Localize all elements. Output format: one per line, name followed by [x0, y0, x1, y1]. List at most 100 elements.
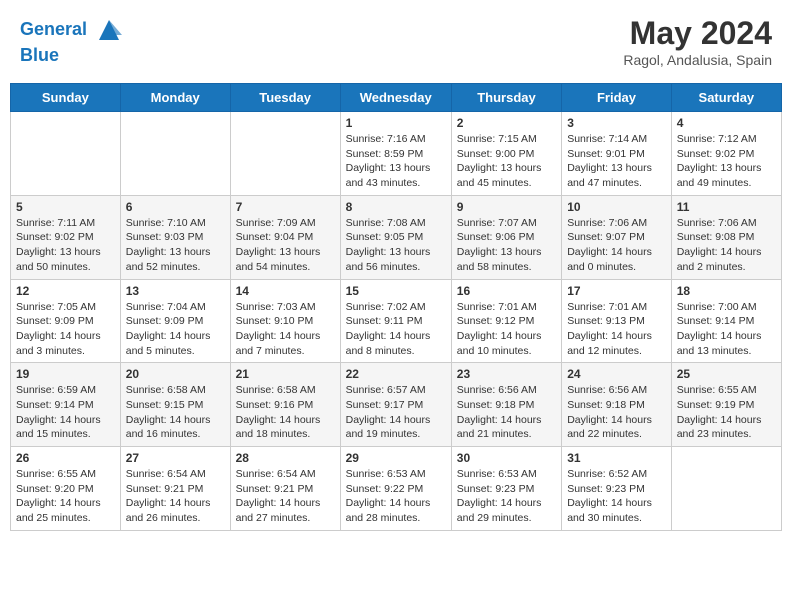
- day-info: Sunrise: 6:54 AM Sunset: 9:21 PM Dayligh…: [236, 467, 335, 526]
- calendar-cell: [120, 112, 230, 196]
- month-title: May 2024: [623, 15, 772, 52]
- weekday-header-row: SundayMondayTuesdayWednesdayThursdayFrid…: [11, 84, 782, 112]
- day-number: 13: [126, 284, 225, 298]
- page-header: General Blue May 2024 Ragol, Andalusia, …: [10, 10, 782, 73]
- calendar-cell: 12Sunrise: 7:05 AM Sunset: 9:09 PM Dayli…: [11, 279, 121, 363]
- day-number: 23: [457, 367, 556, 381]
- day-info: Sunrise: 7:14 AM Sunset: 9:01 PM Dayligh…: [567, 132, 666, 191]
- weekday-header-tuesday: Tuesday: [230, 84, 340, 112]
- title-block: May 2024 Ragol, Andalusia, Spain: [623, 15, 772, 68]
- day-number: 28: [236, 451, 335, 465]
- day-info: Sunrise: 7:07 AM Sunset: 9:06 PM Dayligh…: [457, 216, 556, 275]
- calendar-cell: 23 Sunrise: 6:56 AM Sunset: 9:18 PM Dayli…: [451, 363, 561, 447]
- calendar-cell: [230, 112, 340, 196]
- calendar-cell: 27 Sunrise: 6:54 AM Sunset: 9:21 PM Dayli…: [120, 447, 230, 531]
- calendar-week-row: 5 Sunrise: 7:11 AM Sunset: 9:02 PM Daylig…: [11, 195, 782, 279]
- day-number: 6: [126, 200, 225, 214]
- day-info: Sunrise: 6:55 AM Sunset: 9:19 PM Dayligh…: [677, 383, 776, 442]
- weekday-header-wednesday: Wednesday: [340, 84, 451, 112]
- calendar-cell: 17 Sunrise: 7:01 AM Sunset: 9:13 PM Dayli…: [562, 279, 672, 363]
- logo-blue: Blue: [20, 45, 124, 67]
- location-title: Ragol, Andalusia, Spain: [623, 52, 772, 68]
- day-number: 25: [677, 367, 776, 381]
- weekday-header-saturday: Saturday: [671, 84, 781, 112]
- calendar-table: SundayMondayTuesdayWednesdayThursdayFrid…: [10, 83, 782, 531]
- day-number: 12: [16, 284, 115, 298]
- day-info: Sunrise: 6:53 AM Sunset: 9:23 PM Dayligh…: [457, 467, 556, 526]
- day-number: 21: [236, 367, 335, 381]
- day-number: 1: [346, 116, 446, 130]
- calendar-cell: 13 Sunrise: 7:04 AM Sunset: 9:09 PM Dayli…: [120, 279, 230, 363]
- calendar-cell: 1 Sunrise: 7:16 AM Sunset: 8:59 PM Daylig…: [340, 112, 451, 196]
- calendar-cell: 4 Sunrise: 7:12 AM Sunset: 9:02 PM Daylig…: [671, 112, 781, 196]
- day-number: 29: [346, 451, 446, 465]
- day-info: Sunrise: 7:06 AM Sunset: 9:08 PM Dayligh…: [677, 216, 776, 275]
- day-info: Sunrise: 7:03 AM Sunset: 9:10 PM Dayligh…: [236, 300, 335, 359]
- day-number: 7: [236, 200, 335, 214]
- calendar-week-row: 1 Sunrise: 7:16 AM Sunset: 8:59 PM Daylig…: [11, 112, 782, 196]
- calendar-cell: 22 Sunrise: 6:57 AM Sunset: 9:17 PM Dayli…: [340, 363, 451, 447]
- calendar-week-row: 26Sunrise: 6:55 AM Sunset: 9:20 PM Dayli…: [11, 447, 782, 531]
- day-info: Sunrise: 6:53 AM Sunset: 9:22 PM Dayligh…: [346, 467, 446, 526]
- day-info: Sunrise: 6:56 AM Sunset: 9:18 PM Dayligh…: [567, 383, 666, 442]
- calendar-cell: 11 Sunrise: 7:06 AM Sunset: 9:08 PM Dayli…: [671, 195, 781, 279]
- day-number: 26: [16, 451, 115, 465]
- calendar-cell: 25 Sunrise: 6:55 AM Sunset: 9:19 PM Dayli…: [671, 363, 781, 447]
- day-number: 15: [346, 284, 446, 298]
- day-info: Sunrise: 7:11 AM Sunset: 9:02 PM Dayligh…: [16, 216, 115, 275]
- calendar-cell: [11, 112, 121, 196]
- day-info: Sunrise: 7:10 AM Sunset: 9:03 PM Dayligh…: [126, 216, 225, 275]
- calendar-cell: 16 Sunrise: 7:01 AM Sunset: 9:12 PM Dayli…: [451, 279, 561, 363]
- day-info: Sunrise: 6:58 AM Sunset: 9:15 PM Dayligh…: [126, 383, 225, 442]
- day-info: Sunrise: 7:01 AM Sunset: 9:12 PM Dayligh…: [457, 300, 556, 359]
- calendar-cell: 2Sunrise: 7:15 AM Sunset: 9:00 PM Daylig…: [451, 112, 561, 196]
- day-info: Sunrise: 6:59 AM Sunset: 9:14 PM Dayligh…: [16, 383, 115, 442]
- day-info: Sunrise: 7:16 AM Sunset: 8:59 PM Dayligh…: [346, 132, 446, 191]
- calendar-cell: 30 Sunrise: 6:53 AM Sunset: 9:23 PM Dayli…: [451, 447, 561, 531]
- day-number: 10: [567, 200, 666, 214]
- calendar-cell: 5 Sunrise: 7:11 AM Sunset: 9:02 PM Daylig…: [11, 195, 121, 279]
- calendar-cell: 28 Sunrise: 6:54 AM Sunset: 9:21 PM Dayli…: [230, 447, 340, 531]
- day-number: 18: [677, 284, 776, 298]
- calendar-week-row: 12Sunrise: 7:05 AM Sunset: 9:09 PM Dayli…: [11, 279, 782, 363]
- day-number: 14: [236, 284, 335, 298]
- day-number: 3: [567, 116, 666, 130]
- day-info: Sunrise: 6:52 AM Sunset: 9:23 PM Dayligh…: [567, 467, 666, 526]
- day-info: Sunrise: 7:01 AM Sunset: 9:13 PM Dayligh…: [567, 300, 666, 359]
- logo-text: General: [20, 15, 124, 45]
- calendar-cell: 24 Sunrise: 6:56 AM Sunset: 9:18 PM Dayli…: [562, 363, 672, 447]
- calendar-cell: 29 Sunrise: 6:53 AM Sunset: 9:22 PM Dayli…: [340, 447, 451, 531]
- day-number: 11: [677, 200, 776, 214]
- calendar-cell: 9Sunrise: 7:07 AM Sunset: 9:06 PM Daylig…: [451, 195, 561, 279]
- day-info: Sunrise: 6:57 AM Sunset: 9:17 PM Dayligh…: [346, 383, 446, 442]
- day-number: 24: [567, 367, 666, 381]
- calendar-cell: 3 Sunrise: 7:14 AM Sunset: 9:01 PM Daylig…: [562, 112, 672, 196]
- logo-icon: [94, 15, 124, 45]
- day-info: Sunrise: 7:00 AM Sunset: 9:14 PM Dayligh…: [677, 300, 776, 359]
- calendar-cell: 18 Sunrise: 7:00 AM Sunset: 9:14 PM Dayli…: [671, 279, 781, 363]
- calendar-cell: [671, 447, 781, 531]
- day-number: 17: [567, 284, 666, 298]
- day-number: 20: [126, 367, 225, 381]
- day-number: 16: [457, 284, 556, 298]
- day-info: Sunrise: 6:56 AM Sunset: 9:18 PM Dayligh…: [457, 383, 556, 442]
- day-number: 31: [567, 451, 666, 465]
- day-info: Sunrise: 6:54 AM Sunset: 9:21 PM Dayligh…: [126, 467, 225, 526]
- day-number: 19: [16, 367, 115, 381]
- day-info: Sunrise: 7:04 AM Sunset: 9:09 PM Dayligh…: [126, 300, 225, 359]
- day-info: Sunrise: 7:09 AM Sunset: 9:04 PM Dayligh…: [236, 216, 335, 275]
- calendar-cell: 8Sunrise: 7:08 AM Sunset: 9:05 PM Daylig…: [340, 195, 451, 279]
- day-number: 5: [16, 200, 115, 214]
- day-number: 30: [457, 451, 556, 465]
- calendar-cell: 14 Sunrise: 7:03 AM Sunset: 9:10 PM Dayli…: [230, 279, 340, 363]
- calendar-cell: 10Sunrise: 7:06 AM Sunset: 9:07 PM Dayli…: [562, 195, 672, 279]
- day-number: 22: [346, 367, 446, 381]
- calendar-week-row: 19 Sunrise: 6:59 AM Sunset: 9:14 PM Dayli…: [11, 363, 782, 447]
- day-number: 8: [346, 200, 446, 214]
- day-number: 4: [677, 116, 776, 130]
- weekday-header-thursday: Thursday: [451, 84, 561, 112]
- day-info: Sunrise: 6:58 AM Sunset: 9:16 PM Dayligh…: [236, 383, 335, 442]
- day-info: Sunrise: 7:15 AM Sunset: 9:00 PM Dayligh…: [457, 132, 556, 191]
- day-number: 27: [126, 451, 225, 465]
- day-info: Sunrise: 7:12 AM Sunset: 9:02 PM Dayligh…: [677, 132, 776, 191]
